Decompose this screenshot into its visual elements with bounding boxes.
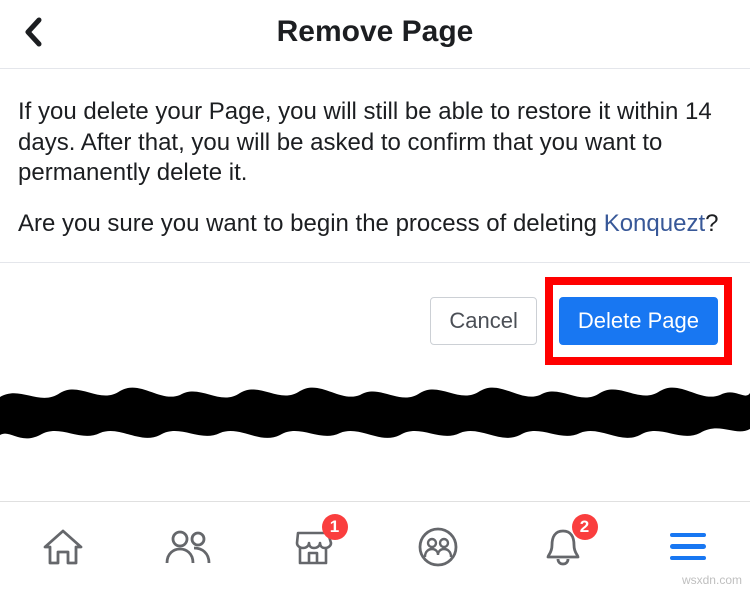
bottom-nav: 1 2 xyxy=(0,501,750,591)
notifications-badge: 2 xyxy=(572,514,598,540)
nav-menu[interactable] xyxy=(661,520,715,574)
home-icon xyxy=(41,525,85,569)
hamburger-icon xyxy=(670,533,706,561)
highlight-box: Delete Page xyxy=(545,277,732,365)
nav-friends[interactable] xyxy=(161,520,215,574)
groups-icon xyxy=(416,525,460,569)
content-area: If you delete your Page, you will still … xyxy=(0,69,750,263)
marketplace-badge: 1 xyxy=(322,514,348,540)
watermark: wsxdn.com xyxy=(682,573,742,587)
nav-notifications[interactable]: 2 xyxy=(536,520,590,574)
nav-marketplace[interactable]: 1 xyxy=(286,520,340,574)
torn-divider xyxy=(0,379,750,444)
delete-page-button[interactable]: Delete Page xyxy=(559,297,718,345)
page-title: Remove Page xyxy=(16,15,734,49)
header: Remove Page xyxy=(0,0,750,69)
action-bar: Cancel Delete Page xyxy=(0,263,750,379)
confirm-text: Are you sure you want to begin the proce… xyxy=(18,209,732,240)
nav-home[interactable] xyxy=(36,520,90,574)
warning-text: If you delete your Page, you will still … xyxy=(18,97,732,189)
cancel-button[interactable]: Cancel xyxy=(430,297,536,345)
nav-groups[interactable] xyxy=(411,520,465,574)
confirm-prefix: Are you sure you want to begin the proce… xyxy=(18,210,604,237)
friends-icon xyxy=(164,525,212,569)
confirm-suffix: ? xyxy=(705,210,718,237)
page-name-link[interactable]: Konquezt xyxy=(604,210,705,237)
